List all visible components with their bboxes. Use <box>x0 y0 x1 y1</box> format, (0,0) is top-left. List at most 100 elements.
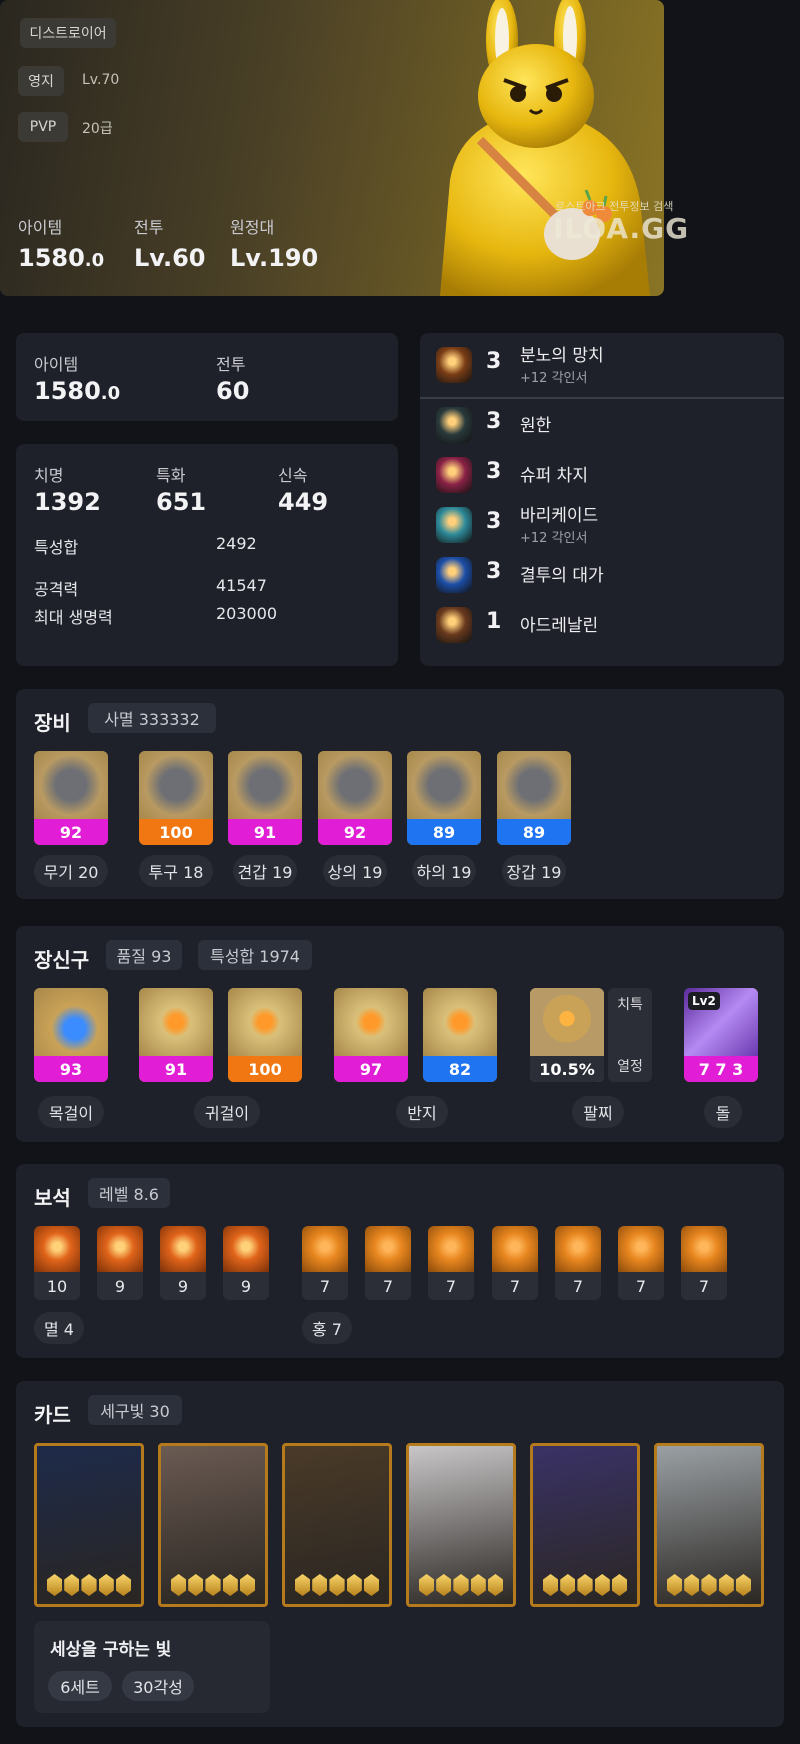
hero-combat-label: 전투 <box>134 218 164 237</box>
awakening-gem-icon <box>470 1574 486 1596</box>
equipment-quality: 91 <box>228 819 302 845</box>
gem-level: 9 <box>223 1272 269 1300</box>
blaze-gem-icon <box>302 1226 348 1272</box>
accessory-slot[interactable]: 100 <box>228 988 302 1082</box>
awakening-gem-icon <box>47 1574 63 1596</box>
engraving-row[interactable]: 3 결투의 대가 <box>420 553 786 597</box>
card-slot[interactable] <box>406 1443 516 1607</box>
bracelet-label: 팔찌 <box>572 1096 624 1128</box>
doom-gem[interactable]: 10 <box>34 1226 80 1300</box>
ability-stone-tile[interactable]: Lv2 7 7 3 <box>684 988 758 1082</box>
engraving-level: 3 <box>486 459 502 484</box>
awakening-gem-icon <box>684 1574 700 1596</box>
accessories-title: 장신구 <box>34 948 90 972</box>
equipment-title: 장비 <box>34 711 71 735</box>
bracelet-stat-crit: 치특 <box>617 997 643 1013</box>
accessory-slot[interactable]: 93 <box>34 988 108 1082</box>
engraving-row[interactable]: 3 원한 <box>420 403 786 447</box>
blaze-gem[interactable]: 7 <box>365 1226 411 1300</box>
chest-icon <box>318 751 392 819</box>
level-card: 아이템 1580.0 전투 60 <box>16 333 398 421</box>
engraving-row[interactable]: 3 분노의 망치 +12 각인서 <box>420 343 786 387</box>
blaze-gem[interactable]: 7 <box>681 1226 727 1300</box>
doom-gem-icon <box>97 1226 143 1272</box>
equipment-slot[interactable]: 100 <box>139 751 213 845</box>
swift-value: 449 <box>278 488 329 516</box>
hero-item-value: 1580.0 <box>18 244 105 272</box>
ability-stone-value: 7 7 3 <box>684 1056 758 1082</box>
gem-level: 9 <box>160 1272 206 1300</box>
hero-expedition-value: Lv.190 <box>230 244 319 272</box>
equipment-quality: 89 <box>407 819 481 845</box>
gems-section: 보석 레벨 8.6 10 9 9 9 7 7 7 7 7 7 7 멸 4 홍 7 <box>16 1164 784 1358</box>
awakening-gem-icon <box>295 1574 311 1596</box>
blaze-gem[interactable]: 7 <box>555 1226 601 1300</box>
card-set-box: 세상을 구하는 빛 6세트 30각성 <box>34 1621 270 1713</box>
engraving-name: 아드레날린 <box>520 616 599 636</box>
gem-level: 7 <box>428 1272 474 1300</box>
bracelet-tile[interactable]: 10.5% <box>530 988 604 1082</box>
equipment-slot[interactable]: 91 <box>228 751 302 845</box>
doom-gem[interactable]: 9 <box>97 1226 143 1300</box>
attack-label: 공격력 <box>34 580 79 599</box>
gem-level: 7 <box>492 1272 538 1300</box>
engraving-name: 슈퍼 차지 <box>520 466 588 486</box>
accessory-slot[interactable]: 91 <box>139 988 213 1082</box>
equipment-slot[interactable]: 92 <box>34 751 108 845</box>
blaze-gem-icon <box>681 1226 727 1272</box>
hero-expedition-label: 원정대 <box>230 218 275 237</box>
card-slot[interactable] <box>282 1443 392 1607</box>
blaze-gem[interactable]: 7 <box>618 1226 664 1300</box>
hammer-icon <box>436 347 472 383</box>
awakening-gems <box>171 1574 256 1596</box>
awakening-gem-icon <box>222 1574 238 1596</box>
doom-gem[interactable]: 9 <box>160 1226 206 1300</box>
gem-level: 10 <box>34 1272 80 1300</box>
awakening-gem-icon <box>543 1574 559 1596</box>
master-brawler-icon <box>436 557 472 593</box>
card-slot[interactable] <box>530 1443 640 1607</box>
blaze-gem[interactable]: 7 <box>302 1226 348 1300</box>
awakening-gem-icon <box>577 1574 593 1596</box>
ring-icon <box>334 988 408 1056</box>
ring-label: 반지 <box>396 1096 448 1128</box>
awakening-gem-icon <box>611 1574 628 1596</box>
item-level-value: 1580.0 <box>34 377 121 405</box>
accessory-slot[interactable]: 82 <box>423 988 497 1082</box>
engraving-row[interactable]: 3 바리케이드 +12 각인서 <box>420 503 786 547</box>
cards-section: 카드 세구빛 30 세상을 구하는 빛 6세트 30각성 <box>16 1381 784 1727</box>
card-slot[interactable] <box>158 1443 268 1607</box>
equipment-slot[interactable]: 89 <box>407 751 481 845</box>
earring-label: 귀걸이 <box>194 1096 260 1128</box>
stat-sum-value: 2492 <box>216 534 257 553</box>
awakening-gem-icon <box>453 1574 469 1596</box>
blaze-gem[interactable]: 7 <box>492 1226 538 1300</box>
doom-gem-summary: 멸 4 <box>34 1312 84 1344</box>
card-slot[interactable] <box>34 1443 144 1607</box>
accessory-quality-tag: 품질 93 <box>106 940 182 970</box>
gem-level-tag: 레벨 8.6 <box>88 1178 170 1208</box>
card-slot[interactable] <box>654 1443 764 1607</box>
awakening-gem-icon <box>701 1574 717 1596</box>
engraving-row[interactable]: 1 아드레날린 <box>420 603 786 647</box>
awakening-gems <box>543 1574 628 1596</box>
accessory-stat-tag: 특성합 1974 <box>198 940 312 970</box>
awakening-gem-icon <box>115 1574 132 1596</box>
accessory-quality: 100 <box>228 1056 302 1082</box>
blaze-gem[interactable]: 7 <box>428 1226 474 1300</box>
equipment-slot[interactable]: 89 <box>497 751 571 845</box>
necklace-icon <box>34 988 108 1056</box>
doom-gem[interactable]: 9 <box>223 1226 269 1300</box>
awakening-gem-icon <box>346 1574 362 1596</box>
card-set-name: 세상을 구하는 빛 <box>50 1640 172 1660</box>
blaze-gem-icon <box>618 1226 664 1272</box>
engraving-level: 3 <box>486 409 502 434</box>
pvp-label: PVP <box>18 112 68 142</box>
accessory-slot[interactable]: 97 <box>334 988 408 1082</box>
engraving-row[interactable]: 3 슈퍼 차지 <box>420 453 786 497</box>
watermark-logo: ILOA.GG <box>553 212 690 245</box>
equipment-slot[interactable]: 92 <box>318 751 392 845</box>
swift-label: 신속 <box>278 466 308 485</box>
accessories-section: 장신구 품질 93 특성합 1974 93 91 100 97 82 10.5% 치특 … <box>16 926 784 1142</box>
attack-value: 41547 <box>216 576 267 595</box>
